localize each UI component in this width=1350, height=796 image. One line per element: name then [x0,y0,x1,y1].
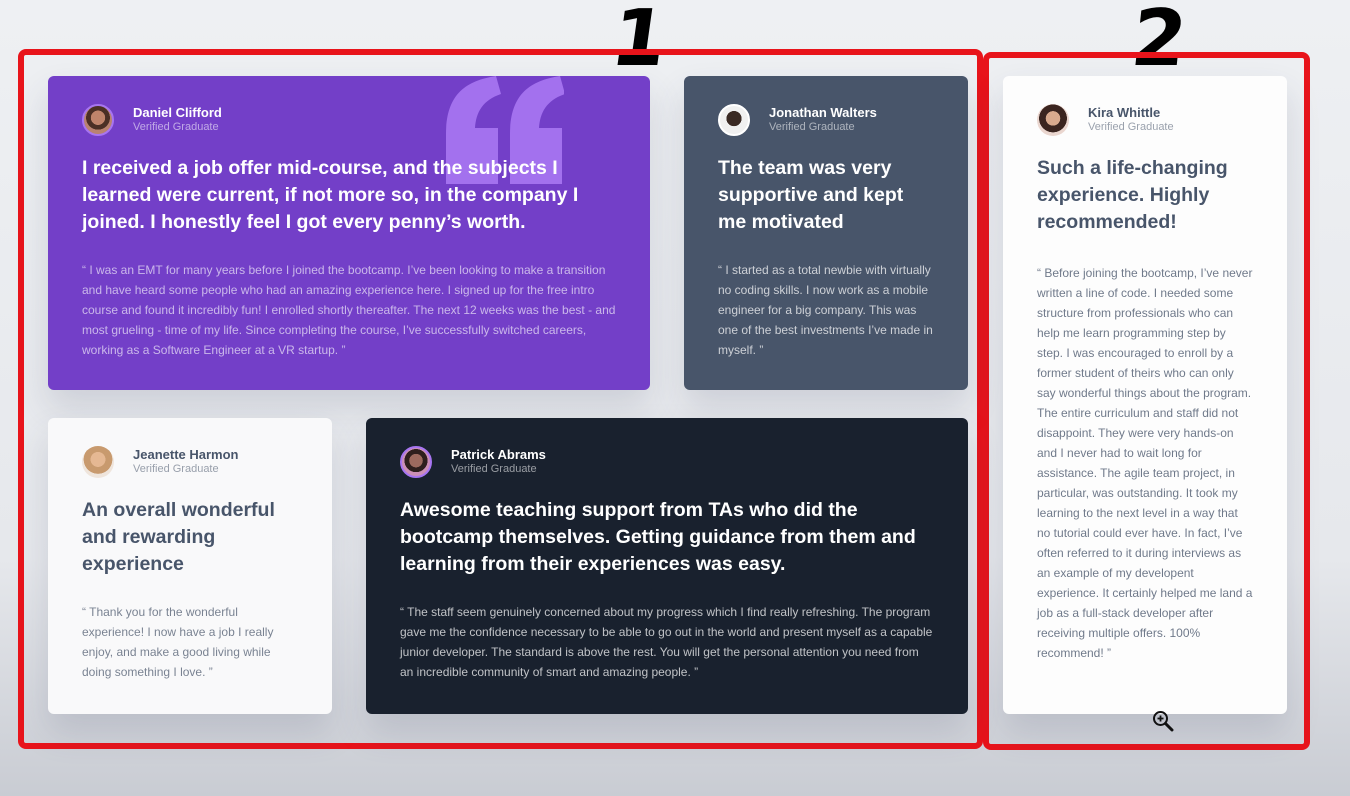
testimonial-body: “ The staff seem genuinely concerned abo… [400,605,933,679]
testimonial-card-jonathan: Jonathan Walters Verified Graduate The t… [684,76,968,390]
avatar [400,446,432,478]
testimonial-headline: Such a life-changing experience. Highly … [1037,157,1228,233]
testimonial-headline: The team was very supportive and kept me… [718,157,904,233]
person-role: Verified Graduate [451,463,537,476]
testimonial-headline: I received a job offer mid-course, and t… [82,157,579,233]
avatar [82,104,114,136]
testimonial-card-jeanette: Jeanette Harmon Verified Graduate An ove… [48,418,332,714]
testimonial-person: Daniel Clifford Verified Graduate [82,104,616,136]
person-name: Kira Whittle [1088,105,1161,120]
testimonial-card-kira: Kira Whittle Verified Graduate Such a li… [1003,76,1287,714]
testimonial-body: “ I started as a total newbie with virtu… [718,263,933,357]
person-role: Verified Graduate [133,121,219,134]
testimonial-body: “ Thank you for the wonderful experience… [82,605,274,679]
testimonial-person: Jonathan Walters Verified Graduate [718,104,934,136]
testimonial-body: “ I was an EMT for many years before I j… [82,263,616,357]
person-name: Jeanette Harmon [133,447,239,462]
testimonial-card-patrick: Patrick Abrams Verified Graduate Awesome… [366,418,968,714]
avatar [718,104,750,136]
testimonial-person: Jeanette Harmon Verified Graduate [82,446,298,478]
person-name: Patrick Abrams [451,447,546,462]
testimonial-person: Kira Whittle Verified Graduate [1037,104,1253,136]
avatar [1037,104,1069,136]
avatar [82,446,114,478]
testimonial-headline: Awesome teaching support from TAs who di… [400,499,916,575]
person-role: Verified Graduate [769,121,855,134]
person-role: Verified Graduate [133,463,219,476]
testimonial-body: “ Before joining the bootcamp, I’ve neve… [1037,266,1253,660]
testimonial-person: Patrick Abrams Verified Graduate [400,446,934,478]
person-name: Daniel Clifford [133,105,222,120]
person-role: Verified Graduate [1088,121,1174,134]
testimonial-headline: An overall wonderful and rewarding exper… [82,499,275,575]
testimonial-card-daniel: Daniel Clifford Verified Graduate I rece… [48,76,650,390]
person-name: Jonathan Walters [769,105,877,120]
zoom-in-icon [1153,711,1174,732]
